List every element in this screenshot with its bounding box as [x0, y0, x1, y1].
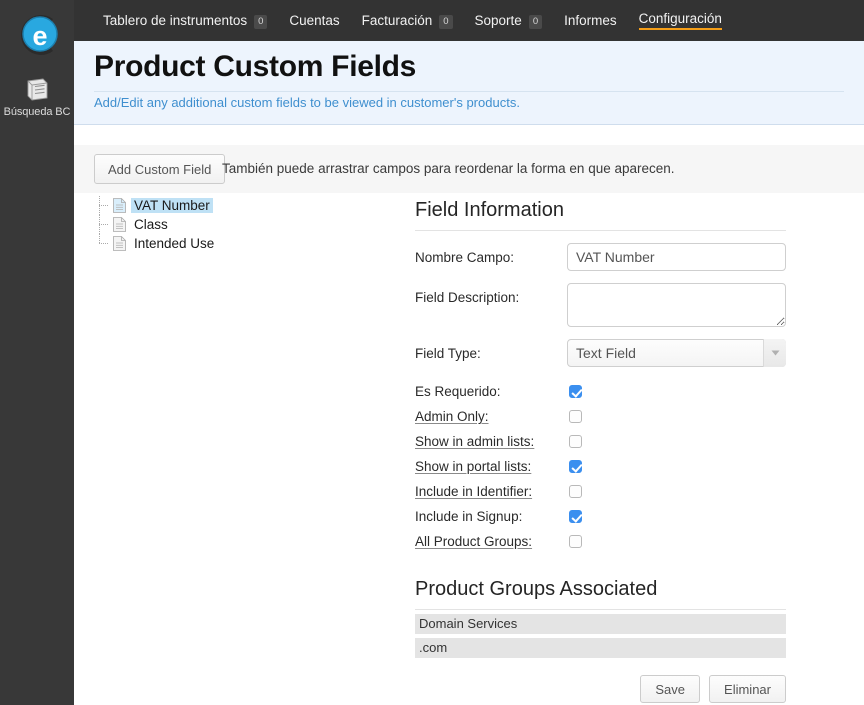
field-description-textarea[interactable]	[567, 283, 786, 327]
checkbox-row: All Product Groups:	[415, 529, 815, 554]
checkbox-label: Show in portal lists:	[415, 459, 532, 474]
tree-item[interactable]: Class	[96, 215, 396, 234]
product-group-item[interactable]: .com	[415, 638, 786, 658]
checkbox-input[interactable]	[569, 385, 582, 398]
top-navigation-bar: Tablero de instrumentos 0 Cuentas Facturaci…	[74, 0, 864, 41]
checkbox-row: Show in portal lists:	[415, 454, 815, 479]
field-type-selected-value[interactable]: Text Field	[567, 339, 786, 367]
document-icon	[113, 217, 126, 232]
nav-item-badge: 0	[439, 14, 453, 29]
field-information-divider	[415, 230, 786, 231]
app-window: e Búsqueda BC Tablero de instrumentos 0 Cu…	[0, 0, 864, 705]
checkbox-label: Es Requerido:	[415, 384, 501, 399]
book-icon	[27, 78, 48, 101]
tree-connector	[96, 234, 113, 253]
nav-item-label: Tablero de instrumentos	[103, 13, 248, 28]
custom-fields-tree: VAT Number Class Intended Use	[96, 196, 396, 253]
rail-item-label: Búsqueda BC	[3, 106, 71, 118]
nav-item-badge: 0	[528, 14, 543, 29]
nombre-campo-label: Nombre Campo:	[415, 250, 515, 265]
page-header-panel: Product Custom Fields Add/Edit any addit…	[74, 41, 864, 125]
nav-item-label: Cuentas	[289, 13, 340, 28]
checkbox-input[interactable]	[569, 535, 582, 548]
field-type-row: Field Type: Text Field	[415, 339, 815, 367]
save-button[interactable]: Save	[640, 675, 701, 703]
tree-item[interactable]: Intended Use	[96, 234, 396, 253]
field-type-label: Field Type:	[415, 346, 481, 361]
product-groups-list: Domain Services .com	[415, 614, 815, 658]
page-title: Product Custom Fields	[94, 50, 417, 83]
tree-item-label: Intended Use	[134, 236, 215, 251]
product-groups-title: Product Groups Associated	[415, 578, 658, 600]
checkbox-input[interactable]	[569, 510, 582, 523]
add-custom-field-button[interactable]: Add Custom Field	[94, 154, 226, 184]
checkbox-row: Admin Only:	[415, 404, 815, 429]
e-brand-logo[interactable]: e	[9, 7, 65, 63]
nav-item-facturaci-n[interactable]: Facturación 0	[351, 0, 464, 41]
product-groups-divider	[415, 609, 786, 610]
nav-item-label: Configuración	[638, 11, 722, 30]
nav-item-label: Facturación	[361, 13, 433, 28]
tree-item-label: Class	[134, 217, 168, 232]
nav-item-label: Informes	[564, 13, 617, 28]
tree-connector	[96, 215, 113, 234]
checkbox-label: Include in Identifier:	[415, 484, 533, 499]
delete-button[interactable]: Eliminar	[709, 675, 786, 703]
tree-item[interactable]: VAT Number	[96, 196, 396, 215]
checkbox-row: Include in Signup:	[415, 504, 815, 529]
document-icon	[113, 198, 126, 213]
field-description-row: Field Description:	[415, 283, 815, 327]
checkbox-input[interactable]	[569, 485, 582, 498]
nav-item-badge: 0	[254, 14, 268, 29]
nav-item-tablero-de-instrumentos[interactable]: Tablero de instrumentos 0	[92, 0, 278, 41]
tree-item-label: VAT Number	[131, 198, 213, 213]
toolbar-strip: Add Custom Field También puede arrastrar…	[74, 145, 864, 193]
nav-item-configuraci-n[interactable]: Configuración	[628, 0, 733, 41]
page-subtitle: Add/Edit any additional custom fields to…	[94, 95, 520, 110]
nombre-campo-row: Nombre Campo:	[415, 243, 815, 271]
field-type-select[interactable]: Text Field	[567, 339, 786, 367]
content-area: VAT Number Class Intended Use Field Inform…	[74, 193, 864, 705]
nombre-campo-input[interactable]	[567, 243, 786, 271]
svg-text:e: e	[32, 21, 47, 51]
checkbox-row: Es Requerido:	[415, 379, 815, 404]
form-actions: Save Eliminar	[415, 675, 786, 703]
nav-item-list: Tablero de instrumentos 0 Cuentas Facturaci…	[92, 0, 733, 41]
nav-item-informes[interactable]: Informes	[553, 0, 628, 41]
field-information-form: Field Information Nombre Campo: Field De…	[415, 193, 815, 703]
checkbox-input[interactable]	[569, 435, 582, 448]
tree-connector	[96, 196, 113, 215]
checkbox-row: Show in admin lists:	[415, 429, 815, 454]
checkbox-input[interactable]	[569, 460, 582, 473]
checkbox-label: All Product Groups:	[415, 534, 533, 549]
product-group-item[interactable]: Domain Services	[415, 614, 786, 634]
nav-item-label: Soporte	[474, 13, 522, 28]
nav-item-soporte[interactable]: Soporte 0	[464, 0, 554, 41]
checkbox-row: Include in Identifier:	[415, 479, 815, 504]
checkbox-label: Include in Signup:	[415, 509, 523, 524]
left-rail: e Búsqueda BC	[0, 0, 74, 705]
page-header-divider	[94, 91, 844, 92]
nav-item-cuentas[interactable]: Cuentas	[278, 0, 350, 41]
checkbox-label: Show in admin lists:	[415, 434, 535, 449]
chevron-down-icon[interactable]	[763, 339, 786, 367]
checkbox-input[interactable]	[569, 410, 582, 423]
toolbar-hint-text: También puede arrastrar campos para reor…	[222, 161, 675, 176]
checkbox-options-group: Es Requerido: Admin Only: Show in admin li…	[415, 379, 815, 554]
field-information-title: Field Information	[415, 199, 564, 221]
field-description-label: Field Description:	[415, 290, 520, 305]
document-icon	[113, 236, 126, 251]
checkbox-label: Admin Only:	[415, 409, 489, 424]
rail-item-busqueda-bc[interactable]: Búsqueda BC	[0, 78, 74, 119]
